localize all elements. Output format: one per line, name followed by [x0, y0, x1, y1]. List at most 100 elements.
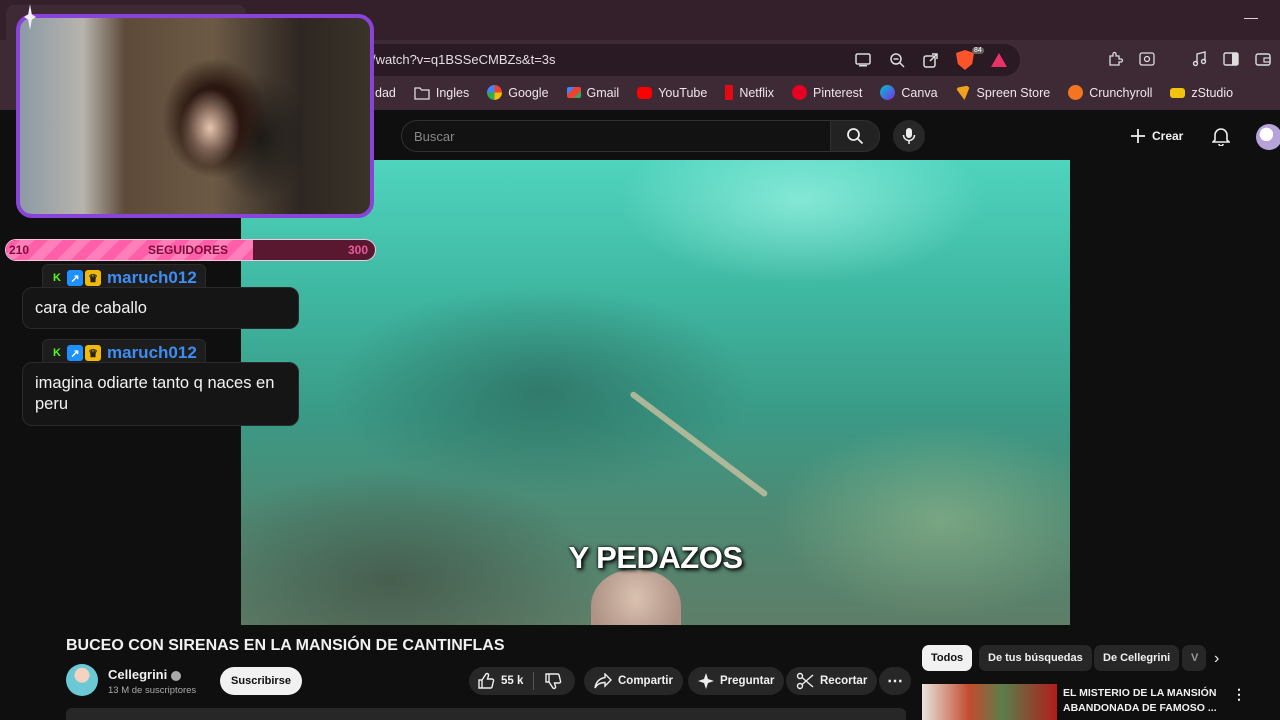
bookmark-label: Google — [508, 85, 549, 100]
bookmark-item[interactable]: Spreen Store — [955, 85, 1051, 100]
goal-target: 300 — [348, 243, 369, 257]
search-placeholder: Buscar — [414, 129, 455, 144]
search-input[interactable] — [401, 120, 831, 152]
like-count[interactable]: 55 k — [501, 675, 523, 687]
arrow-badge-icon: ↗ — [67, 270, 83, 286]
recommended-thumbnail[interactable] — [922, 684, 1057, 720]
gmail-icon — [566, 87, 581, 98]
chip-more[interactable]: V — [1182, 645, 1206, 671]
bookmark-item[interactable]: dad — [375, 85, 396, 100]
address-bar-icons — [852, 48, 1010, 72]
music-icon[interactable] — [1188, 48, 1210, 70]
share-icon[interactable] — [920, 49, 942, 71]
ask-label: Preguntar — [720, 675, 775, 687]
description-box[interactable] — [66, 708, 906, 720]
bookmark-item[interactable]: Gmail — [566, 85, 619, 100]
kick-badge-icon: K — [53, 347, 61, 359]
spreen-icon — [955, 85, 971, 100]
bookmark-label: Netflix — [739, 85, 775, 100]
bookmark-item[interactable]: Pinterest — [792, 85, 862, 100]
subscriber-count: 13 M de suscriptores — [108, 685, 197, 696]
shield-count-badge: 84 — [972, 47, 984, 54]
chip-all[interactable]: Todos — [922, 645, 973, 671]
create-label: Crear — [1152, 129, 1184, 143]
bookmark-item[interactable]: Ingles — [414, 85, 469, 100]
more-horizontal-icon: ⋯ — [887, 673, 903, 690]
more-vertical-icon[interactable]: ⋮ — [1232, 686, 1246, 703]
sparkle-icon — [698, 673, 714, 689]
bell-icon — [1211, 128, 1231, 147]
wallet-icon[interactable] — [1252, 48, 1274, 70]
scissors-icon — [796, 672, 814, 690]
bookmark-item[interactable]: YouTube — [637, 85, 707, 100]
bookmark-label: Ingles — [435, 85, 470, 100]
chat-username: maruch012 — [107, 268, 197, 287]
chat-message: imagina odiarte tanto q naces en peru — [22, 362, 299, 426]
microphone-icon — [902, 128, 916, 144]
bookmark-item[interactable]: Crunchyroll — [1068, 85, 1152, 100]
channel-name[interactable]: Cellegrini — [108, 667, 182, 682]
extensions-icon[interactable] — [1104, 48, 1126, 70]
bookmark-item[interactable]: Google — [487, 85, 549, 100]
bookmark-item[interactable]: Canva — [880, 85, 938, 100]
chat-username: maruch012 — [107, 343, 197, 362]
crown-badge-icon: ♛ — [85, 345, 101, 361]
dislike-icon[interactable] — [544, 672, 562, 690]
recommended-title[interactable]: EL MISTERIO DE LA MANSIÓN ABANDONADA DE … — [1063, 686, 1223, 716]
subscribe-button[interactable]: Suscribirse — [220, 667, 302, 695]
share-label: Compartir — [618, 675, 673, 687]
ask-button[interactable]: Preguntar — [688, 667, 785, 695]
share-arrow-icon — [594, 673, 612, 689]
account-avatar[interactable] — [1256, 124, 1280, 150]
pinterest-icon — [792, 85, 808, 100]
video-title: BUCEO CON SIRENAS EN LA MANSIÓN DE CANTI… — [66, 637, 505, 654]
crunchyroll-icon — [1068, 85, 1084, 100]
bookmark-label: YouTube — [658, 85, 708, 100]
goal-current: 210 — [9, 243, 30, 257]
underwater-branch — [629, 390, 769, 498]
share-button[interactable]: Compartir — [584, 667, 683, 695]
like-dislike-group: 55 k — [469, 667, 575, 695]
tab-search-icon[interactable] — [1136, 48, 1158, 70]
notifications-button[interactable] — [1211, 126, 1231, 151]
minimize-icon[interactable]: — — [1244, 10, 1258, 24]
goal-label: SEGUIDORES — [148, 243, 229, 257]
more-actions-button[interactable]: ⋯ — [879, 667, 911, 695]
create-button[interactable]: Crear — [1130, 122, 1183, 150]
bookmarks-list: dad Ingles Google Gmail YouTube Netflix … — [375, 85, 1233, 100]
zoom-icon[interactable] — [886, 49, 908, 71]
search-button[interactable] — [830, 120, 880, 152]
canva-icon — [880, 85, 896, 100]
address-url[interactable]: /watch?v=q1BSSeCMBZs&t=3s — [372, 52, 556, 67]
like-icon[interactable] — [477, 672, 495, 690]
chip-from-channel[interactable]: De Cellegrini — [1094, 645, 1180, 671]
divider — [533, 672, 535, 690]
bookmark-label: zStudio — [1191, 85, 1234, 100]
search-icon — [847, 128, 864, 145]
voice-search-button[interactable] — [893, 120, 925, 152]
bookmark-label: Pinterest — [813, 85, 863, 100]
bookmark-label: Crunchyroll — [1089, 85, 1153, 100]
brave-rewards-icon[interactable] — [988, 49, 1010, 71]
cast-icon[interactable] — [852, 49, 874, 71]
crown-badge-icon: ♛ — [85, 270, 101, 286]
video-player[interactable]: Y PEDAZOS — [241, 160, 1070, 625]
clip-label: Recortar — [820, 675, 868, 687]
plus-icon — [1131, 129, 1145, 143]
kick-badge-icon: K — [53, 272, 61, 284]
sidebar-icon[interactable] — [1220, 48, 1242, 70]
verified-icon — [171, 670, 182, 681]
google-icon — [487, 85, 503, 100]
chevron-right-icon[interactable]: › — [1214, 650, 1219, 668]
bookmark-label: Spreen Store — [976, 85, 1051, 100]
folder-icon — [414, 86, 430, 100]
webcam-overlay — [16, 14, 374, 218]
clip-button[interactable]: Recortar — [786, 667, 878, 695]
channel-avatar[interactable] — [66, 664, 98, 696]
chip-from-searches[interactable]: De tus búsquedas — [979, 645, 1092, 671]
youtube-icon — [637, 86, 653, 99]
bookmark-item[interactable]: Netflix — [725, 85, 774, 100]
arrow-badge-icon: ↗ — [67, 345, 83, 361]
bookmark-item[interactable]: zStudio — [1170, 85, 1233, 100]
